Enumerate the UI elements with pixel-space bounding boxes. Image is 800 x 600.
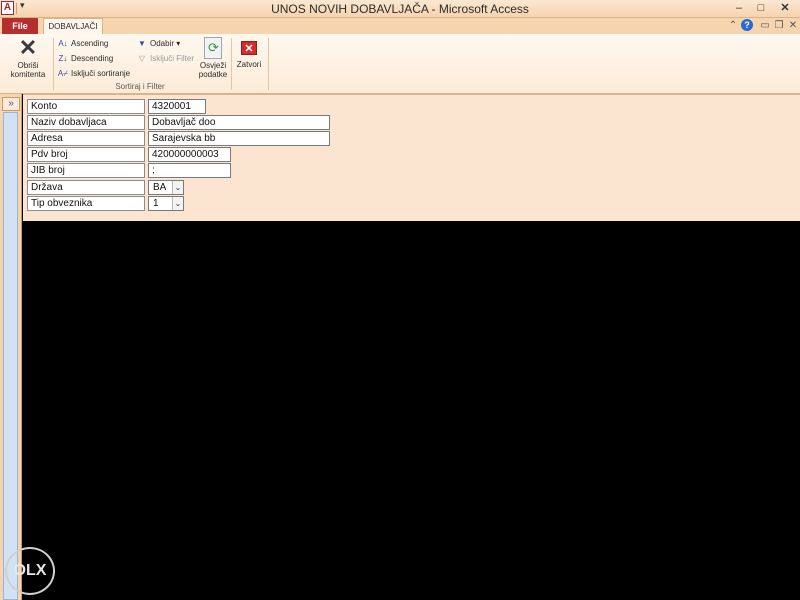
adresa-field[interactable]: Sarajevska bb: [148, 131, 330, 146]
clear-sort-button[interactable]: A⌿ Isključi sortiranje: [57, 67, 130, 80]
sort-ascending-label: Ascending: [71, 39, 109, 48]
sort-ascending-icon: A↓: [58, 39, 68, 48]
sort-descending-button[interactable]: Z↓ Descending: [57, 52, 114, 65]
chevron-down-icon[interactable]: ⌄: [172, 197, 183, 210]
nav-pane-expand-button[interactable]: »: [2, 97, 20, 111]
title-bar: A ▾ UNOS NOVIH DOBAVLJAČA - Microsoft Ac…: [0, 0, 800, 18]
drzava-label: Država: [27, 180, 145, 195]
selection-filter-label: Odabir ▾: [150, 39, 181, 48]
collapse-ribbon-icon[interactable]: ⌃: [727, 20, 739, 31]
sort-descending-label: Descending: [71, 54, 114, 63]
doc-minimize-icon[interactable]: ▭: [759, 20, 771, 31]
konto-field[interactable]: 4320001: [148, 99, 206, 114]
close-form-label: Zatvori: [236, 60, 262, 69]
ribbon-group-label: Sortiraj i Filter: [115, 82, 165, 91]
ribbon: ✕ Obriši komitenta A↓ Ascending Z↓ Descend…: [0, 34, 800, 94]
sort-descending-icon: Z↓: [58, 54, 68, 63]
ribbon-separator: [53, 38, 54, 90]
minimize-button[interactable]: –: [728, 0, 750, 17]
delete-x-icon: ✕: [18, 35, 38, 60]
tab-file[interactable]: File: [2, 18, 38, 34]
close-form-button[interactable]: ✕ Zatvori: [232, 37, 266, 69]
olx-watermark-logo: OLX: [5, 547, 55, 595]
selection-filter-button[interactable]: ▼ Odabir ▾: [136, 37, 180, 50]
doc-close-icon[interactable]: ✕: [787, 20, 799, 31]
refresh-label-line2: podatke: [198, 70, 228, 79]
clear-sort-icon: A⌿: [57, 69, 69, 78]
refresh-label-line1: Osvježi: [199, 61, 227, 70]
clear-sort-label: Isključi sortiranje: [71, 69, 131, 78]
tip-obveznika-value: 1: [153, 198, 159, 209]
chevron-down-icon[interactable]: ⌄: [172, 181, 183, 194]
pdv-broj-label: Pdv broj: [27, 147, 145, 162]
delete-label-line1: Obriši: [17, 61, 39, 70]
supplier-form: Konto 4320001 Naziv dobavljaca Dobavljač…: [23, 94, 800, 221]
close-window-button[interactable]: ✕: [772, 0, 798, 17]
window-title: UNOS NOVIH DOBAVLJAČA - Microsoft Access: [271, 2, 529, 16]
tip-obveznika-select[interactable]: 1 ⌄: [148, 196, 184, 211]
navigation-pane: »: [0, 94, 22, 600]
help-icon[interactable]: ?: [741, 19, 753, 31]
tip-obveznika-label: Tip obveznika: [27, 196, 145, 211]
jib-broj-label: JIB broj: [27, 163, 145, 178]
ribbon-tab-row: File DOBAVLJAČI ⌃ ? ▭ ❐ ✕: [0, 18, 800, 34]
adresa-label: Adresa: [27, 131, 145, 146]
drzava-value: BA: [153, 182, 167, 193]
sort-ascending-button[interactable]: A↓ Ascending: [57, 37, 108, 50]
delete-label-line2: komitenta: [10, 70, 46, 79]
refresh-data-button[interactable]: Osvježi podatke: [193, 37, 233, 79]
delete-komitent-button[interactable]: ✕ Obriši komitenta: [6, 35, 50, 80]
tab-dobavljaci[interactable]: DOBAVLJAČI: [43, 18, 103, 34]
naziv-dobavljaca-label: Naziv dobavljaca: [27, 115, 145, 130]
doc-restore-icon[interactable]: ❐: [773, 20, 785, 31]
maximize-button[interactable]: □: [750, 0, 772, 17]
toggle-filter-button[interactable]: ▽ Isključi Filter: [136, 52, 194, 65]
naziv-dobavljaca-field[interactable]: Dobavljač doo: [148, 115, 330, 130]
toggle-filter-label: Isključi Filter: [150, 54, 195, 63]
refresh-icon: [204, 37, 222, 59]
access-window: A ▾ UNOS NOVIH DOBAVLJAČA - Microsoft Ac…: [0, 0, 800, 600]
ribbon-separator: [268, 38, 269, 90]
konto-label: Konto: [27, 99, 145, 114]
drzava-select[interactable]: BA ⌄: [148, 180, 184, 195]
jib-broj-field[interactable]: ;: [148, 163, 231, 178]
filter-off-icon: ▽: [138, 54, 146, 63]
close-red-icon: ✕: [241, 41, 257, 55]
pdv-broj-field[interactable]: 420000000003: [148, 147, 231, 162]
selection-filter-icon: ▼: [138, 39, 146, 48]
nav-pane-strip[interactable]: [3, 112, 18, 600]
